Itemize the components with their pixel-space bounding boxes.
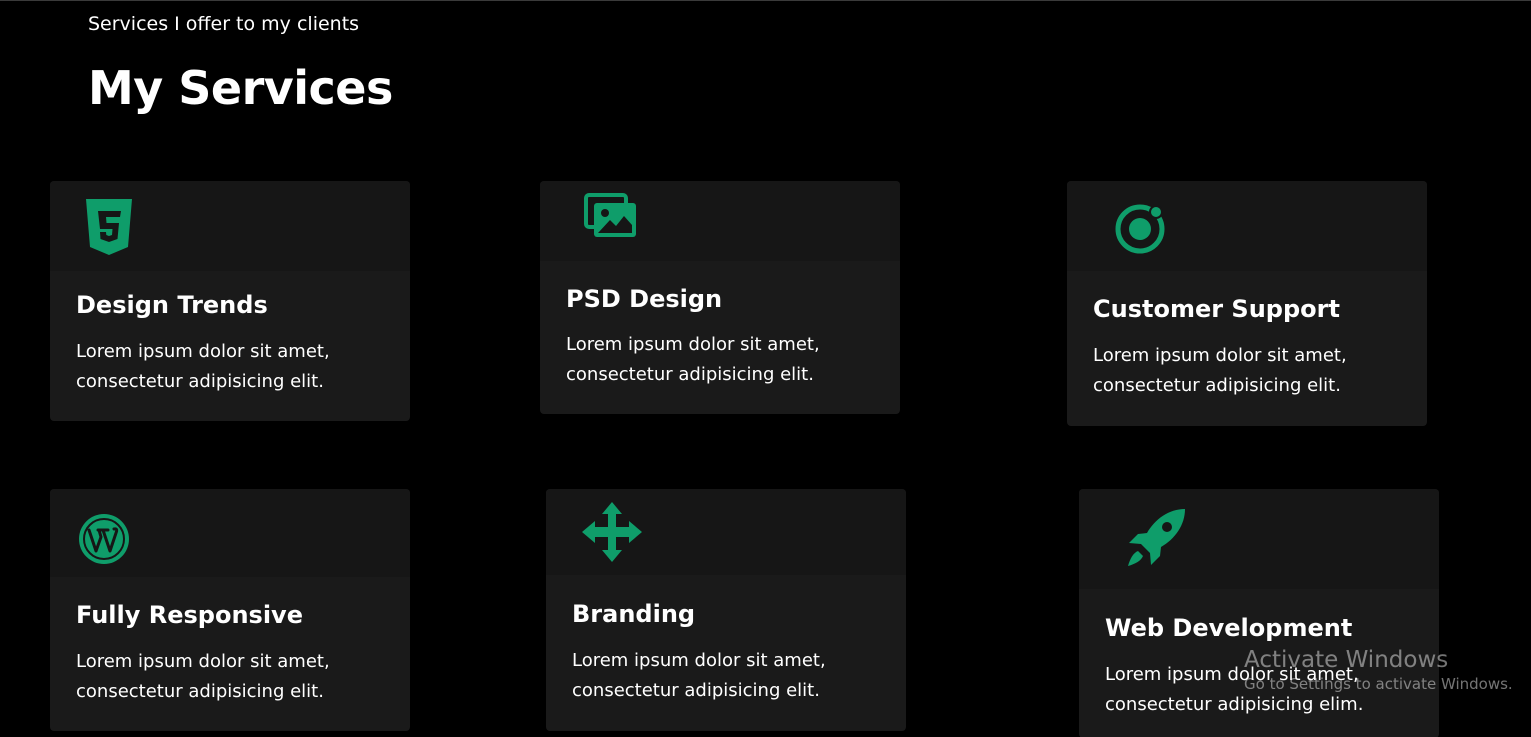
service-card-web-development: Web Development Lorem ipsum dolor sit am… (1079, 489, 1439, 737)
card-title: PSD Design (566, 285, 723, 313)
service-card-psd-design: PSD Design Lorem ipsum dolor sit amet, c… (540, 181, 900, 414)
section-subtitle: Services I offer to my clients (88, 13, 360, 35)
card-description-line: consectetur adipisicing elit. (76, 371, 324, 392)
rocket-icon (1128, 509, 1185, 566)
card-header (50, 489, 410, 577)
images-icon (584, 193, 636, 237)
card-description: Lorem ipsum dolor sit amet, consectetur … (1093, 341, 1413, 401)
card-title: Fully Responsive (76, 601, 303, 629)
card-title: Web Development (1105, 614, 1353, 642)
card-header (546, 489, 906, 575)
card-header (540, 181, 900, 261)
card-description-line: consectetur adipisicing elim. (1105, 694, 1364, 715)
ionic-icon (1115, 204, 1165, 254)
card-title: Branding (572, 600, 696, 628)
card-header (1079, 489, 1439, 589)
card-description-line: consectetur adipisicing elit. (76, 681, 324, 702)
card-description-line: Lorem ipsum dolor sit amet, (572, 650, 826, 671)
card-title: Design Trends (76, 291, 268, 319)
service-card-branding: Branding Lorem ipsum dolor sit amet, con… (546, 489, 906, 731)
card-description: Lorem ipsum dolor sit amet, consectetur … (572, 646, 892, 706)
card-description-line: Lorem ipsum dolor sit amet, (1093, 345, 1347, 366)
card-description: Lorem ipsum dolor sit amet, consectetur … (1105, 660, 1425, 720)
card-description-line: consectetur adipisicing elit. (566, 364, 814, 385)
card-description-line: consectetur adipisicing elit. (1093, 375, 1341, 396)
card-description-line: Lorem ipsum dolor sit amet, (76, 651, 330, 672)
service-card-customer-support: Customer Support Lorem ipsum dolor sit a… (1067, 181, 1427, 426)
card-description-line: Lorem ipsum dolor sit amet, (1105, 664, 1359, 685)
page-title: My Services (88, 61, 393, 115)
service-card-design-trends: Design Trends Lorem ipsum dolor sit amet… (50, 181, 410, 421)
wordpress-icon (79, 514, 129, 564)
card-description-line: Lorem ipsum dolor sit amet, (76, 341, 330, 362)
css3-icon (86, 199, 132, 255)
card-description: Lorem ipsum dolor sit amet, consectetur … (76, 647, 396, 707)
card-description: Lorem ipsum dolor sit amet, consectetur … (566, 330, 886, 390)
card-description: Lorem ipsum dolor sit amet, consectetur … (76, 337, 396, 397)
service-card-fully-responsive: Fully Responsive Lorem ipsum dolor sit a… (50, 489, 410, 731)
services-page: Services I offer to my clients My Servic… (0, 0, 1531, 737)
card-description-line: consectetur adipisicing elit. (572, 680, 820, 701)
card-header (1067, 181, 1427, 271)
card-description-line: Lorem ipsum dolor sit amet, (566, 334, 820, 355)
move-arrows-icon (582, 502, 642, 562)
card-title: Customer Support (1093, 295, 1340, 323)
card-header (50, 181, 410, 271)
